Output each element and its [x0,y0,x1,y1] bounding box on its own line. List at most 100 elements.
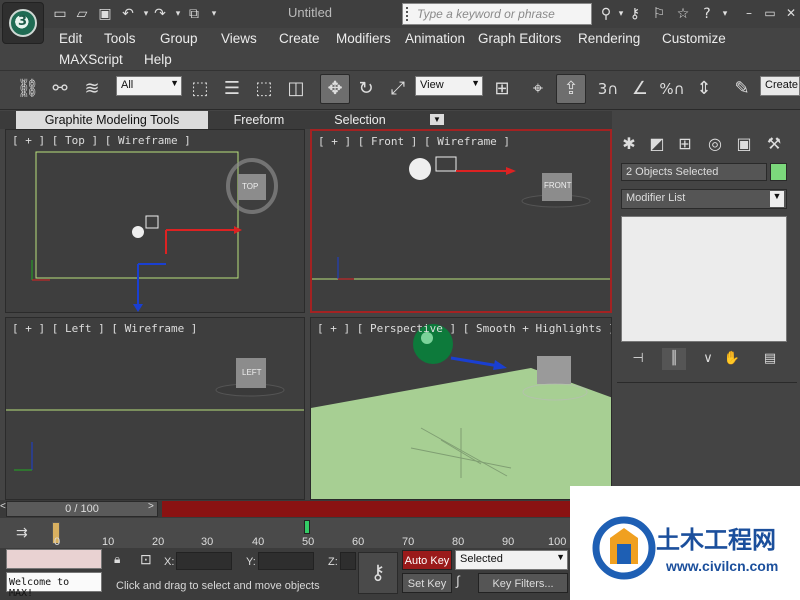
curve-editor-mini-icon[interactable]: ⇉ [16,524,36,542]
redo-icon[interactable]: ↷ [152,6,168,22]
menu-animation[interactable]: Animation [405,31,465,46]
tab-graphite-modeling-tools[interactable]: Graphite Modeling Tools [16,111,208,129]
percent-snap-icon[interactable]: %∩ [658,75,686,103]
edit-named-selection-icon[interactable]: ✎ [728,75,756,103]
close-icon[interactable]: ✕ [782,6,800,20]
create-panel-icon[interactable]: ✱ [617,133,641,155]
viewport-perspective[interactable]: [ + ] [ Perspective ] [ Smooth + Highlig… [310,317,612,500]
redo-dropdown-icon[interactable]: ▾ [170,6,186,22]
auto-key-button[interactable]: Auto Key [402,550,452,570]
menu-create[interactable]: Create [279,31,320,46]
window-crossing-icon[interactable]: ◫ [282,75,310,103]
select-and-move-icon[interactable]: ✥ [320,74,350,104]
menu-edit[interactable]: Edit [59,31,82,46]
absolute-mode-icon[interactable]: ⊡ [140,551,158,569]
spinner-snap-icon[interactable]: ⇕ [690,75,718,103]
set-key-icon[interactable]: ⚷ [358,552,398,594]
viewport-perspective-label[interactable]: [ + ] [ Perspective ] [ Smooth + Highlig… [317,322,611,335]
quick-access-dropdown-icon[interactable]: ▾ [206,6,222,22]
search-placeholder: Type a keyword or phrase [417,7,555,21]
save-icon[interactable]: ▣ [97,6,113,22]
time-slider[interactable]: 0 / 100 [6,501,158,517]
viewport-top[interactable]: [ + ] [ Top ] [ Wireframe ] TOP [5,129,305,313]
project-folder-icon[interactable]: ⧉ [186,6,202,22]
viewcube-left-face[interactable]: LEFT [242,368,262,377]
modifier-stack-list[interactable] [621,216,787,342]
unlink-icon[interactable]: ⚯ [46,75,74,103]
pin-stack-icon[interactable]: ⊣ [626,348,650,370]
modify-panel-icon[interactable]: ◩ [645,133,669,155]
make-unique-icon[interactable]: ∨ [696,348,720,370]
menu-graph-editors[interactable]: Graph Editors [478,31,561,46]
keyframe-marker[interactable] [304,520,310,534]
viewport-front[interactable]: [ + ] [ Front ] [ Wireframe ] FRONT [310,129,612,313]
open-folder-icon[interactable]: ▱ [74,6,90,22]
utilities-panel-icon[interactable]: ⚒ [762,133,786,155]
tab-freeform[interactable]: Freeform [218,111,300,129]
select-object-icon[interactable]: ⬚ [186,75,214,103]
selection-filter-dropdown[interactable]: All ▼ [116,76,182,96]
select-and-scale-icon[interactable]: ⤢ [384,75,412,103]
select-and-manipulate-icon[interactable]: ⌖ [524,75,552,103]
hierarchy-panel-icon[interactable]: ⊞ [673,133,697,155]
menu-group[interactable]: Group [160,31,198,46]
menu-views[interactable]: Views [221,31,257,46]
tab-selection[interactable]: Selection [320,111,400,129]
named-selection-input[interactable]: Create [760,76,800,96]
object-color-swatch[interactable] [770,163,787,181]
time-slider-next-icon[interactable]: > [148,501,158,517]
pivot-center-icon[interactable]: ⊞ [488,75,516,103]
ruler-tick: 0 [54,536,61,548]
link-icon[interactable]: ⛓ [14,75,42,103]
angle-snap-icon[interactable]: ∠ [626,75,654,103]
new-file-icon[interactable]: ▭ [52,6,68,22]
help-icon[interactable]: ? [698,5,716,23]
selection-lock-icon[interactable]: 🔒︎ [114,552,130,568]
reference-coordinate-dropdown[interactable]: View ▼ [415,76,483,96]
show-end-result-icon[interactable]: ║ [662,348,686,370]
key-filters-button[interactable]: Key Filters... [478,573,568,593]
bind-space-warp-icon[interactable]: ≋ [78,75,106,103]
favorites-star-icon[interactable]: ☆ [674,5,692,23]
ribbon-toggle-icon[interactable]: ▼ [430,114,444,125]
maxscript-listener-input[interactable] [6,549,102,569]
keyboard-shortcut-override-icon[interactable]: ⇪ [556,74,586,104]
menu-rendering[interactable]: Rendering [578,31,640,46]
configure-modifier-sets-icon[interactable]: ▤ [758,348,782,370]
viewport-left[interactable]: [ + ] [ Left ] [ Wireframe ] LEFT [5,317,305,500]
ruler-tick: 40 [252,536,265,548]
chevron-down-icon: ▼ [471,78,480,88]
x-coordinate-field[interactable] [176,552,232,570]
display-panel-icon[interactable]: ▣ [732,133,756,155]
object-name-field[interactable]: 2 Objects Selected [621,163,767,181]
select-and-rotate-icon[interactable]: ↻ [352,75,380,103]
menu-customize[interactable]: Customize [662,31,726,46]
snaps-toggle-icon[interactable]: 3∩ [594,75,622,103]
z-coordinate-field[interactable] [340,552,356,570]
communication-center-icon[interactable]: ⚐ [650,5,668,23]
maxscript-listener-output[interactable]: Welcome to MAX! [6,572,102,599]
undo-icon[interactable]: ↶ [120,6,136,22]
help-dropdown-icon[interactable]: ▾ [716,5,734,23]
menu-modifiers[interactable]: Modifiers [336,31,391,46]
menu-help[interactable]: Help [144,52,172,67]
key-icon[interactable]: ⚷ [626,5,644,23]
y-coordinate-field[interactable] [258,552,314,570]
search-input[interactable]: Type a keyword or phrase [402,3,592,25]
default-tangent-icon[interactable]: ∫ [456,573,476,593]
motion-panel-icon[interactable]: ◎ [703,133,727,155]
remove-modifier-icon[interactable]: ✋ [720,348,744,370]
key-mode-dropdown[interactable]: Selected ▼ [455,550,568,570]
rectangular-selection-icon[interactable]: ⬚ [250,75,278,103]
menu-tools[interactable]: Tools [104,31,136,46]
menu-maxscript[interactable]: MAXScript [59,52,123,67]
watermark-url: www.civilcn.com [666,558,779,574]
modifier-list-dropdown[interactable]: Modifier List ▼ [621,189,787,209]
set-key-button[interactable]: Set Key [402,573,452,593]
viewcube-front-face[interactable]: FRONT [544,181,572,190]
restore-icon[interactable]: ▭ [761,6,779,20]
track-bar[interactable] [0,518,570,548]
viewcube-top-face[interactable]: TOP [242,182,258,191]
select-by-name-icon[interactable]: ☰ [218,75,246,103]
minimize-icon[interactable]: – [740,6,758,20]
